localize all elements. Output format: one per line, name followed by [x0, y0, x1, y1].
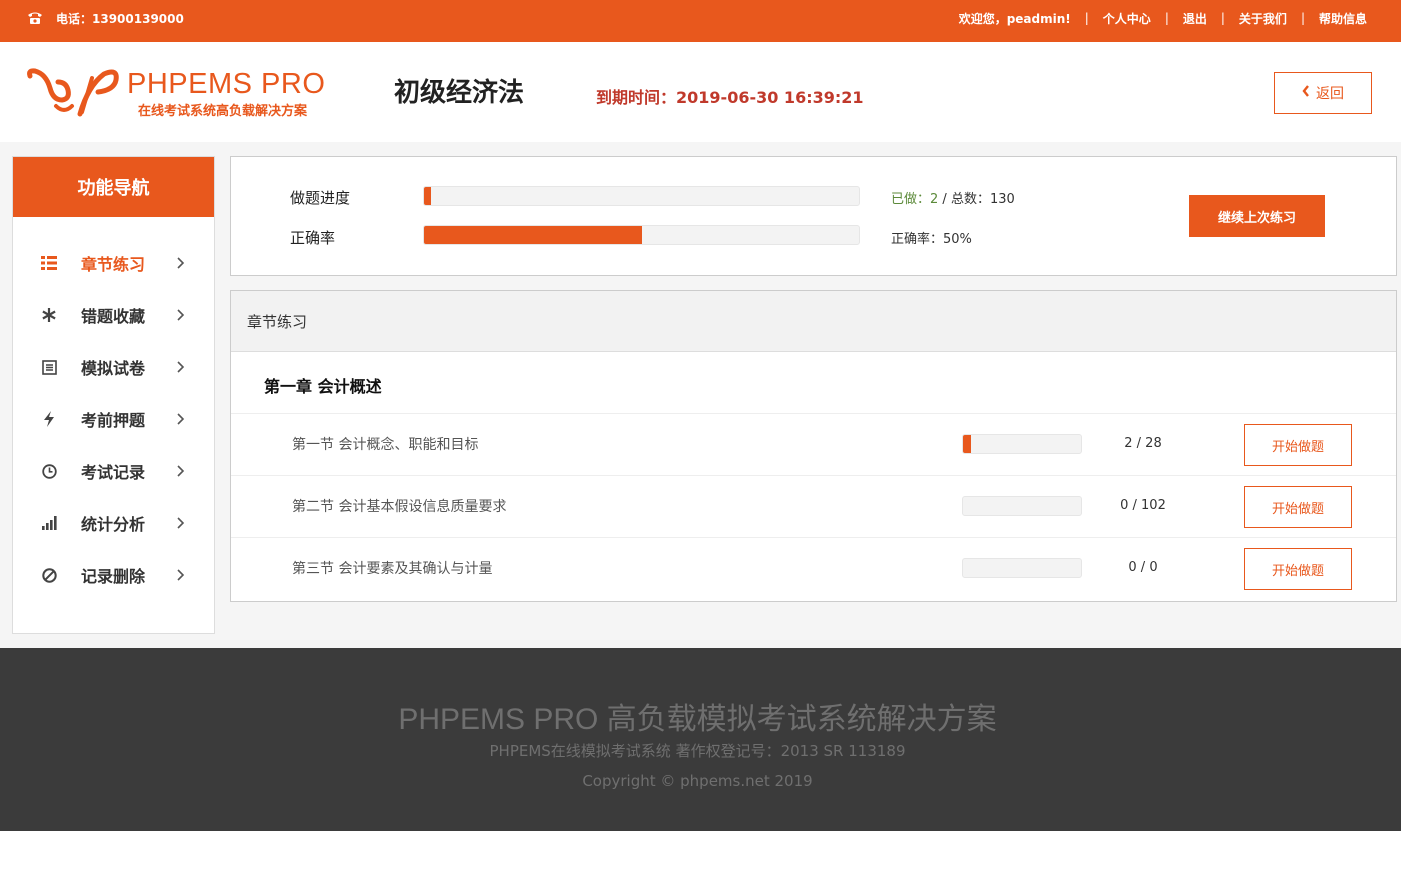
footer-copyright: Copyright © phpems.net 2019: [582, 772, 813, 790]
footer-title: PHPEMS PRO 高负载模拟考试系统解决方案: [398, 703, 997, 736]
sidebar-item-chapter-practice[interactable]: 章节练习: [13, 243, 214, 283]
section-progress-bar: [962, 434, 1082, 454]
course-title: 初级经济法: [394, 78, 525, 108]
ban-icon: [39, 565, 59, 585]
sidebar: 功能导航 章节练习 错题收藏 模拟试卷 考前押题 考试记录 统计分析 记录删除: [12, 156, 215, 634]
panel-title: 章节练习: [231, 291, 1396, 352]
sidebar-item-exam-records[interactable]: 考试记录: [13, 451, 214, 491]
chevron-right-icon: [177, 569, 185, 581]
link-help[interactable]: 帮助信息: [1319, 10, 1367, 27]
progress-bar: [423, 186, 860, 206]
section-progress-bar: [962, 496, 1082, 516]
logo[interactable]: PHPEMS PRO 在线考试系统高负载解决方案: [26, 66, 346, 122]
sidebar-item-mock-exam[interactable]: 模拟试卷: [13, 347, 214, 387]
chevron-right-icon: [177, 309, 185, 321]
sidebar-item-wrong-questions[interactable]: 错题收藏: [13, 295, 214, 335]
start-practice-button[interactable]: 开始做题: [1244, 486, 1352, 528]
start-practice-button[interactable]: 开始做题: [1244, 548, 1352, 590]
back-button[interactable]: 返回: [1274, 72, 1372, 114]
chapter-panel: 章节练习 第一章 会计概述 第一节 会计概念、职能和目标 2 / 28 开始做题…: [230, 290, 1397, 602]
sidebar-item-label: 统计分析: [81, 515, 146, 534]
progress-bar-fill: [424, 187, 431, 205]
sidebar-item-statistics[interactable]: 统计分析: [13, 503, 214, 543]
asterisk-icon: [39, 305, 59, 325]
chevron-right-icon: [177, 517, 185, 529]
sidebar-item-label: 考前押题: [81, 411, 146, 430]
sidebar-item-pre-exam[interactable]: 考前押题: [13, 399, 214, 439]
progress-count: 已做：2 / 总数：130: [891, 188, 1015, 207]
phone-info: 电话：13900139000: [26, 0, 184, 36]
sidebar-item-label: 章节练习: [81, 255, 146, 274]
footer-registration: PHPEMS在线模拟考试系统 著作权登记号：2013 SR 113189: [489, 742, 906, 760]
clock-icon: [39, 461, 59, 481]
logo-mark-icon: [27, 68, 119, 117]
page-bottom: [0, 831, 1401, 870]
footer: PHPEMS PRO 高负载模拟考试系统解决方案 PHPEMS在线模拟考试系统 …: [0, 648, 1401, 831]
chevron-left-icon: [1302, 85, 1310, 101]
logo-tagline: 在线考试系统高负载解决方案: [138, 104, 308, 119]
divider: |: [1300, 11, 1305, 25]
expire-label: 到期时间：: [596, 88, 677, 107]
chapter-title: 第一章 会计概述: [264, 377, 382, 396]
accuracy-text: 正确率：50%: [891, 232, 972, 247]
section-progress-fill: [963, 435, 972, 453]
chevron-right-icon: [177, 361, 185, 373]
back-label: 返回: [1316, 86, 1344, 102]
section-name: 第三节 会计要素及其确认与计量: [292, 561, 493, 577]
section-progress-bar: [962, 558, 1082, 578]
section-name: 第一节 会计概念、职能和目标: [292, 437, 479, 453]
done-prefix: 已做：: [891, 192, 931, 207]
progress-label: 做题进度: [290, 189, 351, 207]
section-count: 0 / 102: [1120, 498, 1166, 513]
expire-time: 到期时间：2019-06-30 16:39:21: [596, 84, 864, 108]
link-user-center[interactable]: 个人中心: [1103, 10, 1151, 27]
accuracy-bar: [423, 225, 860, 245]
section-row: 第二节 会计基本假设信息质量要求 0 / 102 开始做题: [231, 475, 1396, 537]
sidebar-item-label: 记录删除: [81, 567, 146, 586]
bolt-icon: [39, 409, 59, 429]
total-count: 130: [989, 192, 1015, 207]
progress-panel: 做题进度 已做：2 / 总数：130 正确率 正确率：50% 继续上次练习: [230, 156, 1397, 276]
total-sep: / 总数：: [938, 192, 990, 207]
sidebar-title: 功能导航: [13, 157, 214, 217]
sidebar-item-label: 错题收藏: [81, 307, 146, 326]
section-count: 2 / 28: [1124, 436, 1162, 451]
expire-value: 2019-06-30 16:39:21: [676, 88, 864, 107]
sidebar-item-delete-records[interactable]: 记录删除: [13, 555, 214, 595]
divider: |: [1164, 11, 1169, 25]
continue-practice-button[interactable]: 继续上次练习: [1189, 195, 1325, 237]
phone-icon: [26, 11, 44, 25]
accuracy-label: 正确率: [290, 229, 336, 247]
top-links: 欢迎您，peadmin! | 个人中心 | 退出 | 关于我们 | 帮助信息: [959, 0, 1367, 36]
header: PHPEMS PRO 在线考试系统高负载解决方案 初级经济法 到期时间：2019…: [0, 42, 1401, 142]
logo-name: PHPEMS PRO: [127, 68, 326, 100]
link-logout[interactable]: 退出: [1183, 10, 1207, 27]
divider: |: [1220, 11, 1225, 25]
chevron-right-icon: [177, 257, 185, 269]
bar-chart-icon: [39, 513, 59, 533]
welcome-text: 欢迎您，peadmin!: [958, 11, 1071, 26]
top-bar: 电话：13900139000 欢迎您，peadmin! | 个人中心 | 退出 …: [0, 0, 1401, 42]
section-count: 0 / 0: [1128, 560, 1158, 575]
section-name: 第二节 会计基本假设信息质量要求: [292, 499, 507, 515]
chevron-right-icon: [177, 413, 185, 425]
start-practice-button[interactable]: 开始做题: [1244, 424, 1352, 466]
phone-number: 电话：13900139000: [56, 11, 184, 26]
accuracy-bar-fill: [424, 226, 642, 244]
link-about[interactable]: 关于我们: [1239, 10, 1287, 27]
divider: |: [1084, 11, 1089, 25]
list-icon: [39, 253, 59, 273]
paper-icon: [39, 357, 59, 377]
sidebar-item-label: 模拟试卷: [81, 359, 146, 378]
chevron-right-icon: [177, 465, 185, 477]
sidebar-item-label: 考试记录: [81, 463, 146, 482]
section-row: 第三节 会计要素及其确认与计量 0 / 0 开始做题: [231, 537, 1396, 599]
section-row: 第一节 会计概念、职能和目标 2 / 28 开始做题: [231, 413, 1396, 475]
